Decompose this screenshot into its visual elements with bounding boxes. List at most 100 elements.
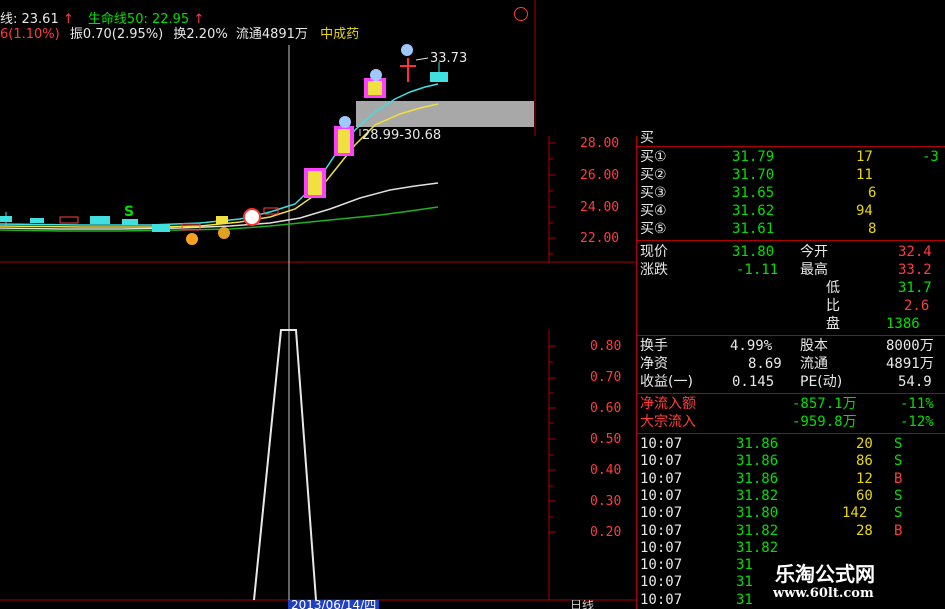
quote-label: 最高 — [800, 262, 828, 278]
tick-time: 10:07 — [640, 470, 683, 487]
amplitude-readout: 振0.70(2.95%) — [69, 27, 164, 42]
sub-y-tick-6: 0.20 — [590, 525, 622, 540]
tick-volume: 28 — [856, 522, 873, 539]
settings-circle-icon[interactable] — [514, 7, 528, 21]
orderbook-row[interactable]: 买③ 31.65 6 — [636, 185, 945, 202]
fundamental-row: 收益(一) 0.145 PE(动) 54.9 — [636, 374, 945, 391]
tick-row[interactable]: 10:07 31.86 20 S — [636, 436, 945, 453]
tick-side: S — [894, 505, 903, 522]
fundamental-row: 换手 4.99% 股本 8000万 — [636, 338, 945, 355]
tick-time: 10:07 — [640, 505, 683, 522]
header-line-2: 6(1.10%) 振0.70(2.95%) 换2.20% 流通4891万 中成药 — [0, 23, 359, 42]
fundamental-label: 流通 — [800, 356, 828, 372]
quote-label: 现价 — [640, 244, 668, 260]
fundamental-label: 收益(一) — [640, 374, 693, 390]
tick-row[interactable]: 10:07 31.82 28 B — [636, 523, 945, 540]
tick-time: 10:07 — [640, 453, 683, 470]
sub-y-tick-5: 0.30 — [590, 494, 622, 509]
tick-side: B — [894, 470, 903, 487]
tick-side: S — [894, 453, 903, 470]
orderbook-volume: 17 — [856, 149, 873, 165]
sub-y-tick-0: 0.80 — [590, 339, 622, 354]
fundamental-label: 股本 — [800, 338, 828, 354]
watermark-title: 乐淘公式网 — [775, 562, 875, 586]
bull-candle-3-inner — [368, 81, 382, 95]
sub-y-tick-1: 0.70 — [590, 370, 622, 385]
bear-candle-last — [430, 72, 448, 82]
bubble-marker-3 — [401, 44, 413, 56]
orderbook-bottom-divider — [636, 240, 945, 241]
tick-row[interactable]: 10:07 31.82 — [636, 540, 945, 557]
tick-row[interactable]: 10:07 31.80 142 S — [636, 505, 945, 522]
tick-volume: 142 — [842, 505, 868, 522]
tick-side: B — [894, 522, 903, 539]
orderbook-row[interactable]: 买① 31.79 17 -3 — [636, 149, 945, 166]
sub-y-ticks — [549, 345, 556, 533]
quote-value: 1386 — [886, 316, 920, 332]
tick-price: 31.82 — [736, 539, 779, 556]
tick-time: 10:07 — [640, 436, 683, 452]
orderbook-row[interactable]: 买⑤ 31.61 8 — [636, 221, 945, 238]
main-y-ticks — [549, 142, 556, 255]
watermark-url: www.60lt.com — [773, 586, 874, 601]
main-y-tick-0: 28.00 — [580, 136, 620, 151]
buy-marker-gold — [218, 227, 230, 239]
quote-row: 低 31.7 — [636, 280, 945, 297]
main-y-tick-3: 22.00 — [580, 231, 620, 246]
tick-price: 31.86 — [736, 453, 779, 470]
tick-row[interactable]: 10:07 31.82 60 S — [636, 488, 945, 505]
float-readout: 流通4891万 — [235, 27, 308, 42]
tick-row[interactable]: 10:07 31.86 86 S — [636, 453, 945, 470]
quote-value: 33.2 — [898, 262, 932, 278]
orderbook-price: 31.65 — [732, 185, 775, 201]
price-high-label: 33.73 — [430, 51, 468, 66]
quote-label: 今开 — [800, 244, 828, 260]
turnover-readout: 换2.20% — [173, 27, 228, 42]
quote-label: 盘 — [826, 316, 840, 332]
tick-time: 10:07 — [640, 557, 683, 574]
flow-value: -857.1万 — [792, 396, 857, 412]
tick-side: S — [894, 487, 903, 504]
orderbook-label: 买⑤ — [640, 221, 667, 237]
orderbook-row[interactable]: 买② 31.70 11 — [636, 167, 945, 184]
sub-y-tick-4: 0.40 — [590, 463, 622, 478]
tick-side: S — [894, 436, 903, 452]
s-signal-marker: S — [124, 204, 135, 220]
sub-y-tick-3: 0.50 — [590, 432, 622, 447]
tick-time: 10:07 — [640, 487, 683, 504]
bubble-marker-2 — [370, 69, 382, 81]
bubble-marker-1 — [339, 116, 351, 128]
main-y-tick-1: 26.00 — [580, 168, 620, 183]
tick-row[interactable]: 10:07 31.86 12 B — [636, 471, 945, 488]
tick-price: 31.86 — [736, 436, 779, 452]
fundamental-value: 0.145 — [732, 374, 775, 390]
tick-time: 10:07 — [640, 574, 683, 591]
tick-price: 31.82 — [736, 522, 779, 539]
period-tab[interactable]: 日线 — [570, 600, 594, 609]
buy-marker-orange — [186, 233, 198, 245]
flow-value: -959.8万 — [792, 414, 857, 430]
crosshair-date-label: 2013/06/14/四 — [288, 600, 380, 609]
flows-bottom-divider — [636, 433, 945, 434]
fundamental-label: 换手 — [640, 338, 668, 354]
orderbook-label: 买④ — [640, 203, 667, 219]
orderbook-volume: 94 — [856, 203, 873, 219]
quote-row: 现价 31.80 今开 32.4 — [636, 244, 945, 261]
tick-price: 31 — [736, 557, 753, 574]
flow-row: 大宗流入 -959.8万 -12% — [636, 414, 945, 431]
quote-bottom-divider — [636, 335, 945, 336]
main-y-tick-2: 24.00 — [580, 200, 620, 215]
change-readout: 6(1.10%) — [0, 27, 60, 42]
tick-volume: 20 — [856, 436, 873, 452]
orderbook-volume: 11 — [856, 167, 873, 183]
quote-label: 比 — [826, 298, 840, 314]
flow-percent: -11% — [900, 396, 934, 412]
range-highlight-box — [356, 101, 534, 127]
orderbook-price: 31.79 — [732, 149, 775, 165]
orderbook-row[interactable]: 买④ 31.62 94 — [636, 203, 945, 220]
tick-price: 31 — [736, 591, 753, 608]
tick-price: 31.82 — [736, 487, 779, 504]
orderbook-price: 31.70 — [732, 167, 775, 183]
tick-price: 31.80 — [736, 505, 779, 522]
tick-price: 31 — [736, 574, 753, 591]
